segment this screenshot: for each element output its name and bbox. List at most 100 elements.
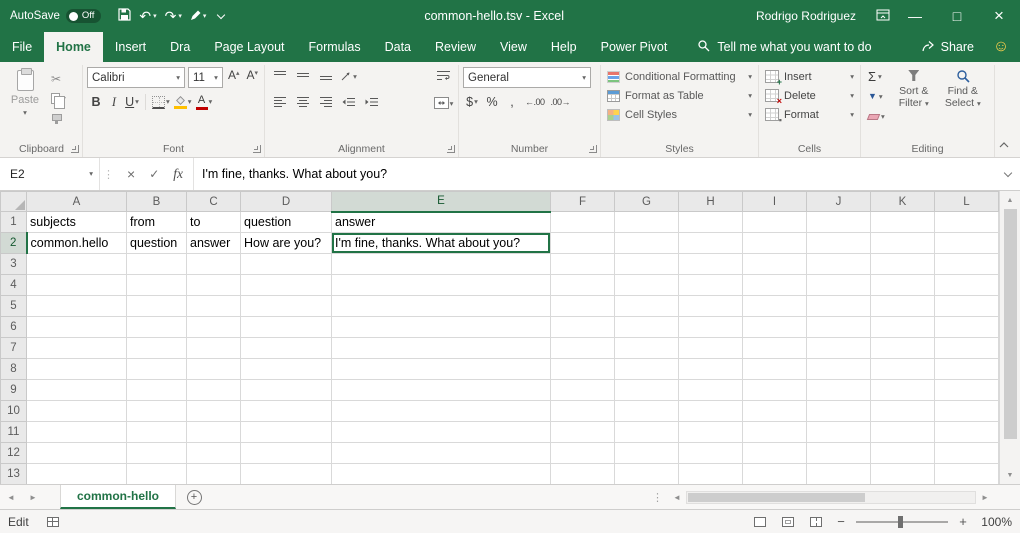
cell-E13[interactable]: [332, 464, 551, 485]
collapse-ribbon-button[interactable]: [995, 138, 1013, 152]
zoom-out-button[interactable]: −: [834, 514, 848, 529]
row-header-7[interactable]: 7: [1, 338, 27, 359]
cell-L4[interactable]: [935, 275, 999, 296]
column-header-J[interactable]: J: [807, 192, 871, 212]
cell-E8[interactable]: [332, 359, 551, 380]
cell-D10[interactable]: [241, 401, 332, 422]
cell-J12[interactable]: [807, 443, 871, 464]
column-header-F[interactable]: F: [551, 192, 615, 212]
cell-D3[interactable]: [241, 254, 332, 275]
cell-E11[interactable]: [332, 422, 551, 443]
chevron-down-icon[interactable]: ▾: [474, 98, 478, 106]
font-dialog-launcher[interactable]: [253, 145, 261, 153]
font-color-button[interactable]: A▾: [194, 92, 215, 112]
orientation-button[interactable]: ▾: [338, 67, 359, 87]
borders-button[interactable]: ▾: [150, 92, 172, 112]
cell-A9[interactable]: [27, 380, 127, 401]
cell-F2[interactable]: [551, 233, 615, 254]
cell-G6[interactable]: [615, 317, 679, 338]
cell-C3[interactable]: [187, 254, 241, 275]
cell-D2[interactable]: How are you?: [241, 233, 332, 254]
cell-F5[interactable]: [551, 296, 615, 317]
cell-E7[interactable]: [332, 338, 551, 359]
cell-K12[interactable]: [871, 443, 935, 464]
alignment-dialog-launcher[interactable]: [447, 145, 455, 153]
cell-D13[interactable]: [241, 464, 332, 485]
cell-C2[interactable]: answer: [187, 233, 241, 254]
cell-A8[interactable]: [27, 359, 127, 380]
vertical-scrollbar-thumb[interactable]: [1004, 209, 1017, 439]
cell-J11[interactable]: [807, 422, 871, 443]
cell-C12[interactable]: [187, 443, 241, 464]
select-all-button[interactable]: [1, 192, 27, 212]
clipboard-dialog-launcher[interactable]: [71, 145, 79, 153]
scroll-up-button[interactable]: ▲: [1000, 192, 1020, 208]
cell-K8[interactable]: [871, 359, 935, 380]
cell-C13[interactable]: [187, 464, 241, 485]
cell-A1[interactable]: subjects: [27, 212, 127, 233]
cell-J7[interactable]: [807, 338, 871, 359]
sheet-nav-left-button[interactable]: ◄: [0, 485, 22, 509]
cell-J6[interactable]: [807, 317, 871, 338]
cell-D11[interactable]: [241, 422, 332, 443]
zoom-slider-thumb[interactable]: [898, 516, 903, 528]
italic-button[interactable]: I: [105, 92, 123, 112]
cell-G9[interactable]: [615, 380, 679, 401]
cell-H6[interactable]: [679, 317, 743, 338]
tab-view[interactable]: View: [488, 32, 539, 62]
cell-I10[interactable]: [743, 401, 807, 422]
touch-mouse-mode-button[interactable]: ▾: [186, 3, 211, 29]
column-header-A[interactable]: A: [27, 192, 127, 212]
increase-font-size-button[interactable]: A▴: [226, 68, 242, 88]
chevron-down-icon[interactable]: ▾: [188, 98, 192, 106]
cell-B9[interactable]: [127, 380, 187, 401]
cell-C6[interactable]: [187, 317, 241, 338]
cell-styles-button[interactable]: Cell Styles ▾: [605, 105, 754, 124]
cell-L7[interactable]: [935, 338, 999, 359]
cell-H10[interactable]: [679, 401, 743, 422]
cell-K1[interactable]: [871, 212, 935, 233]
cell-D7[interactable]: [241, 338, 332, 359]
cell-H13[interactable]: [679, 464, 743, 485]
row-header-11[interactable]: 11: [1, 422, 27, 443]
cell-E5[interactable]: [332, 296, 551, 317]
number-format-select[interactable]: General▾: [463, 67, 591, 88]
cell-L11[interactable]: [935, 422, 999, 443]
cell-B6[interactable]: [127, 317, 187, 338]
cell-J9[interactable]: [807, 380, 871, 401]
chevron-down-icon[interactable]: ▾: [878, 73, 882, 81]
cell-A4[interactable]: [27, 275, 127, 296]
fill-button[interactable]: ▼▾: [865, 87, 888, 106]
expand-formula-bar-button[interactable]: [996, 158, 1020, 190]
scroll-left-button[interactable]: ◄: [668, 493, 686, 502]
cell-D12[interactable]: [241, 443, 332, 464]
cell-K13[interactable]: [871, 464, 935, 485]
cell-H12[interactable]: [679, 443, 743, 464]
cell-C10[interactable]: [187, 401, 241, 422]
cell-F11[interactable]: [551, 422, 615, 443]
cell-G4[interactable]: [615, 275, 679, 296]
cell-G3[interactable]: [615, 254, 679, 275]
cell-D4[interactable]: [241, 275, 332, 296]
user-name[interactable]: Rodrigo Rodriguez: [756, 9, 856, 23]
format-cells-button[interactable]: ▪ Format ▾: [763, 105, 856, 124]
cell-L1[interactable]: [935, 212, 999, 233]
conditional-formatting-button[interactable]: Conditional Formatting ▾: [605, 67, 754, 86]
ribbon-display-options-button[interactable]: [872, 3, 894, 29]
row-header-4[interactable]: 4: [1, 275, 27, 296]
tab-draw[interactable]: Dra: [158, 32, 202, 62]
cell-G2[interactable]: [615, 233, 679, 254]
cell-I1[interactable]: [743, 212, 807, 233]
cell-F4[interactable]: [551, 275, 615, 296]
cell-B1[interactable]: from: [127, 212, 187, 233]
cell-B13[interactable]: [127, 464, 187, 485]
cell-G10[interactable]: [615, 401, 679, 422]
cell-F6[interactable]: [551, 317, 615, 338]
autosum-button[interactable]: Σ▾: [865, 67, 888, 86]
row-header-6[interactable]: 6: [1, 317, 27, 338]
decrease-indent-button[interactable]: [338, 94, 359, 114]
cell-I7[interactable]: [743, 338, 807, 359]
increase-decimal-button[interactable]: ←.00: [523, 92, 547, 112]
cell-A7[interactable]: [27, 338, 127, 359]
cell-A2[interactable]: common.hello: [27, 233, 127, 254]
